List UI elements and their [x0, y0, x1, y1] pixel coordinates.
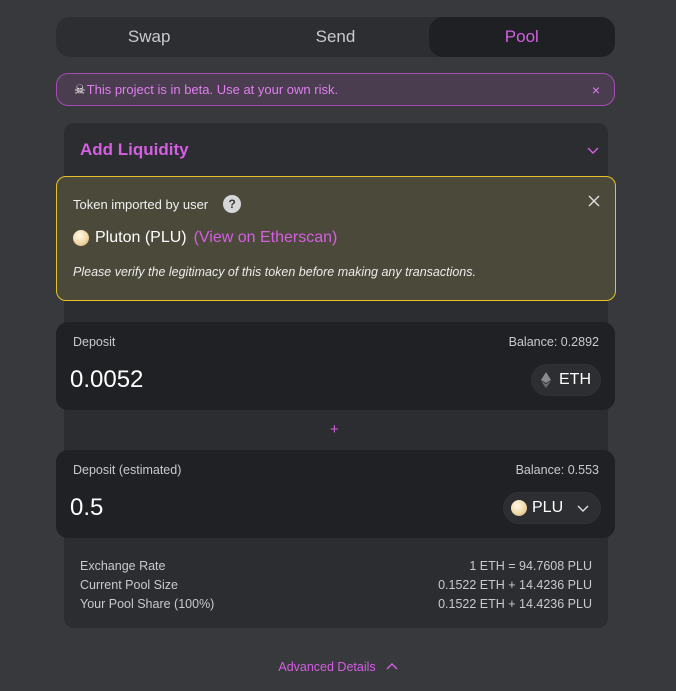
card-header: Add Liquidity	[80, 138, 600, 162]
info-row-pool-size: Current Pool Size 0.1522 ETH + 14.4236 P…	[80, 578, 592, 597]
token-warning: Token imported by user ? Pluton (PLU) (V…	[56, 176, 616, 301]
info-row-pool-share: Your Pool Share (100%) 0.1522 ETH + 14.4…	[80, 597, 592, 616]
close-banner-button[interactable]: ×	[592, 82, 600, 98]
close-icon[interactable]	[587, 194, 601, 208]
info-value: 0.1522 ETH + 14.4236 PLU	[438, 578, 592, 592]
info-label: Current Pool Size	[80, 578, 178, 592]
view-on-etherscan-link[interactable]: (View on Etherscan)	[194, 229, 338, 247]
tab-send[interactable]: Send	[242, 17, 428, 57]
token-name: Pluton (PLU)	[95, 229, 187, 246]
token-info-row: Pluton (PLU) (View on Etherscan)	[73, 229, 337, 247]
beta-warning-text: This project is in beta. Use at your own…	[86, 82, 339, 97]
pluton-token-icon	[73, 230, 89, 246]
advanced-details-toggle[interactable]: Advanced Details	[0, 660, 676, 674]
ethereum-icon	[541, 372, 551, 388]
help-icon[interactable]: ?	[223, 195, 242, 213]
card-title: Add Liquidity	[80, 140, 189, 159]
beta-warning-banner: ☠ This project is in beta. Use at your o…	[56, 73, 615, 106]
advanced-details-label: Advanced Details	[278, 660, 376, 674]
skull-icon: ☠	[74, 81, 86, 97]
deposit-label: Deposit	[73, 335, 116, 349]
token-warning-heading-row: Token imported by user ?	[73, 195, 242, 213]
info-label: Exchange Rate	[80, 559, 166, 573]
plus-icon: +	[330, 421, 339, 438]
info-row-exchange-rate: Exchange Rate 1 ETH = 94.7608 PLU	[80, 559, 592, 578]
deposit-estimated-balance: Balance: 0.553	[515, 463, 599, 477]
chevron-down-icon[interactable]	[586, 143, 600, 157]
eth-token-symbol: ETH	[559, 371, 591, 388]
deposit-plu-panel: Deposit (estimated) Balance: 0.553 PLU	[56, 450, 615, 538]
eth-token-select[interactable]: ETH	[531, 364, 601, 396]
deposit-amount-input[interactable]	[70, 366, 370, 394]
deposit-estimated-label: Deposit (estimated)	[73, 463, 182, 477]
chevron-down-icon	[577, 505, 589, 512]
deposit-eth-panel: Deposit Balance: 0.2892 ETH	[56, 322, 615, 410]
token-warning-heading: Token imported by user	[73, 196, 209, 212]
plu-token-symbol: PLU	[532, 499, 564, 516]
tab-bar: Swap Send Pool	[56, 17, 615, 57]
chevron-up-icon	[386, 663, 398, 670]
info-value: 1 ETH = 94.7608 PLU	[469, 559, 592, 573]
token-warning-message: Please verify the legitimacy of this tok…	[73, 265, 476, 279]
pool-info: Exchange Rate 1 ETH = 94.7608 PLU Curren…	[80, 559, 592, 616]
tab-swap[interactable]: Swap	[56, 17, 242, 57]
tab-pool[interactable]: Pool	[428, 17, 615, 57]
info-value: 0.1522 ETH + 14.4236 PLU	[438, 597, 592, 611]
plu-token-select[interactable]: PLU	[503, 492, 601, 524]
info-label: Your Pool Share (100%)	[80, 597, 215, 611]
deposit-balance: Balance: 0.2892	[508, 335, 599, 349]
pluton-token-icon	[511, 500, 527, 516]
deposit-estimated-amount-input[interactable]	[70, 494, 370, 522]
